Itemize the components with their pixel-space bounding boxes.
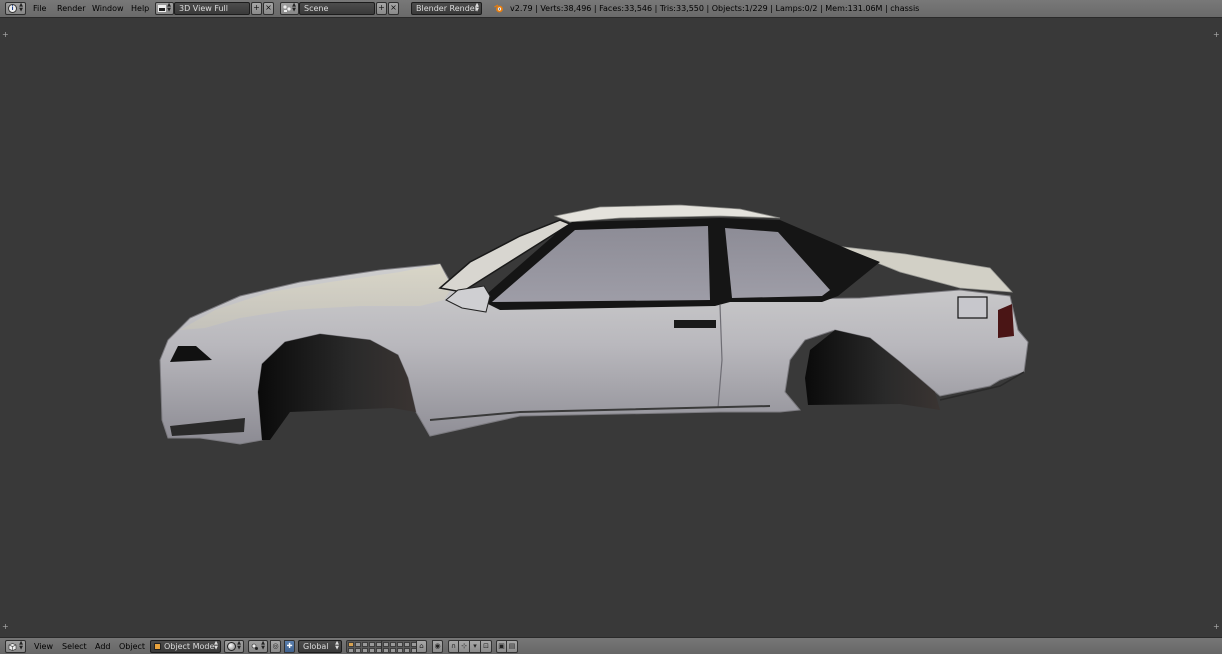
layout-grid-icon	[158, 5, 166, 12]
menu-select[interactable]: Select	[62, 641, 87, 652]
manipulator-type-group: ✚	[284, 640, 295, 653]
snap-increment-icon[interactable]: ⊹	[459, 640, 470, 653]
menu-render[interactable]: Render	[57, 3, 85, 14]
chevron-updown-icon: ▲ ▼	[19, 2, 23, 13]
scene-layers-group-2[interactable]	[381, 640, 419, 653]
scene-icon	[283, 5, 291, 12]
render-engine-select[interactable]: Blender Render ▲ ▼	[411, 2, 482, 15]
render-group: ▣ ▤	[496, 640, 518, 653]
scene-layers-group-1[interactable]	[346, 640, 384, 653]
magnet-icon[interactable]: ∩	[448, 640, 459, 653]
manipulator-translate-icon[interactable]: ✚	[284, 640, 295, 653]
layer-4[interactable]	[369, 642, 375, 647]
proportional-edit-icon[interactable]: ◉	[432, 640, 443, 653]
remove-screen-layout-button[interactable]: ×	[263, 2, 274, 15]
viewport-shading-select[interactable]: ▲ ▼	[224, 640, 244, 653]
layer-17[interactable]	[390, 648, 396, 653]
screen-layout-browse[interactable]: ▲ ▼	[155, 2, 174, 15]
interaction-mode-select[interactable]: Object Mode ▲ ▼	[150, 640, 221, 653]
render-engine-label: Blender Render	[416, 4, 479, 13]
add-screen-layout-button[interactable]: +	[251, 2, 262, 15]
layer-19[interactable]	[404, 648, 410, 653]
transform-orientation-select[interactable]: Global ▲ ▼	[298, 640, 342, 653]
chevron-updown-icon: ▲ ▼	[237, 640, 241, 651]
lock-icon[interactable]: ⌂	[416, 640, 427, 653]
snap-group: ∩ ⊹ ▾ ⊡	[448, 640, 492, 653]
menu-add[interactable]: Add	[95, 641, 111, 652]
layer-1[interactable]	[348, 642, 354, 647]
screen-layout-name-field[interactable]: 3D View Full	[174, 2, 250, 15]
pivot-icon	[251, 643, 259, 651]
manipulator-toggle-group: ◎	[270, 640, 281, 653]
3d-view-icon	[8, 643, 17, 651]
layer-16[interactable]	[383, 648, 389, 653]
opengl-render-image-icon[interactable]: ▣	[496, 640, 507, 653]
snap-align-icon[interactable]: ⊡	[481, 640, 492, 653]
layer-6[interactable]	[383, 642, 389, 647]
layer-3[interactable]	[362, 642, 368, 647]
chevron-updown-icon: ▲ ▼	[214, 640, 218, 651]
chevron-updown-icon: ▲ ▼	[167, 2, 171, 13]
3d-viewport[interactable]: + + + +	[0, 19, 1222, 636]
menu-view[interactable]: View	[34, 641, 53, 652]
layer-7[interactable]	[390, 642, 396, 647]
opengl-render-animation-icon[interactable]: ▤	[507, 640, 518, 653]
add-scene-button[interactable]: +	[376, 2, 387, 15]
menu-window[interactable]: Window	[92, 3, 124, 14]
layer-9[interactable]	[404, 642, 410, 647]
menu-file[interactable]: File	[33, 3, 46, 14]
car-tail-light	[998, 304, 1014, 338]
chevron-updown-icon: ▲ ▼	[19, 640, 23, 651]
solid-shading-icon	[227, 642, 236, 651]
info-icon: i	[8, 4, 17, 13]
layer-12[interactable]	[355, 648, 361, 653]
layer-8[interactable]	[397, 642, 403, 647]
scene-statistics: v2.79 | Verts:38,496 | Faces:33,546 | Tr…	[510, 4, 920, 13]
object-mode-icon	[154, 643, 161, 650]
car-chassis-model[interactable]	[0, 19, 1222, 636]
chevron-updown-icon: ▲ ▼	[475, 2, 479, 13]
layer-2[interactable]	[355, 642, 361, 647]
car-fuel-door	[957, 296, 988, 319]
orientation-label: Global	[303, 642, 329, 651]
layer-lock-group: ⌂	[416, 640, 427, 653]
car-door-handle	[674, 320, 716, 328]
scene-name-field[interactable]: Scene	[299, 2, 375, 15]
pivot-point-select[interactable]: ▲ ▼	[248, 640, 268, 653]
chevron-updown-icon: ▲ ▼	[261, 640, 265, 651]
editor-type-selector[interactable]: ▲ ▼	[5, 640, 26, 653]
info-header: i ▲ ▼ File Render Window Help ▲ ▼ 3D View …	[0, 0, 1222, 18]
layer-18[interactable]	[397, 648, 403, 653]
manipulator-toggle-button[interactable]: ◎	[270, 640, 281, 653]
scene-browse[interactable]: ▲ ▼	[280, 2, 299, 15]
editor-type-selector[interactable]: i ▲ ▼	[5, 2, 26, 15]
3d-view-header: ▲ ▼ View Select Add Object Object Mode ▲ ▼…	[0, 637, 1222, 654]
blender-logo-icon	[494, 4, 504, 13]
menu-object[interactable]: Object	[119, 641, 145, 652]
snap-target-icon[interactable]: ▾	[470, 640, 481, 653]
layer-11[interactable]	[348, 648, 354, 653]
proportional-edit-group: ◉	[432, 640, 443, 653]
chevron-updown-icon: ▲ ▼	[292, 2, 296, 13]
mode-label: Object Mode	[164, 642, 215, 651]
chevron-updown-icon: ▲ ▼	[335, 640, 339, 651]
layer-14[interactable]	[369, 648, 375, 653]
layer-13[interactable]	[362, 648, 368, 653]
menu-help[interactable]: Help	[131, 3, 149, 14]
remove-scene-button[interactable]: ×	[388, 2, 399, 15]
